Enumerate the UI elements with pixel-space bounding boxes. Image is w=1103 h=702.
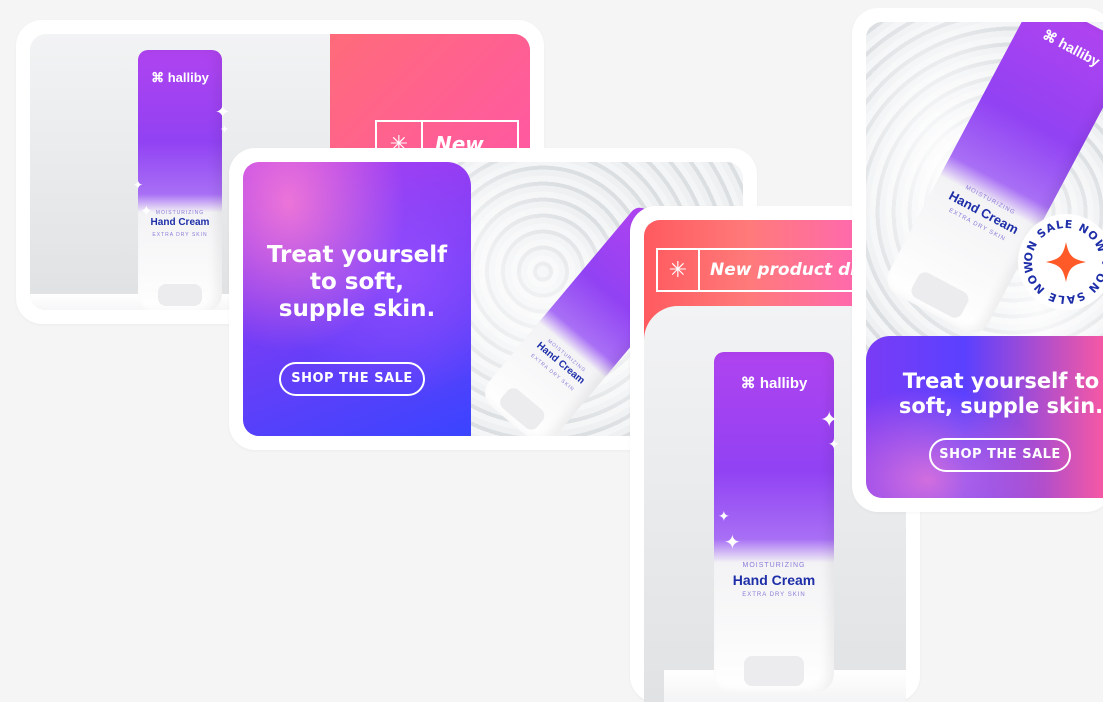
new-label: New product dr bbox=[710, 260, 859, 280]
sparkle-icon: ✦ bbox=[718, 509, 730, 525]
tube-cap bbox=[158, 284, 202, 306]
hand-cream-tube: ⌘ halliby MOISTURIZING Hand Cream EXTRA … bbox=[714, 352, 834, 692]
sparkle-icon: ✦ bbox=[820, 408, 839, 433]
headline-line: soft, supple skin. bbox=[898, 394, 1103, 418]
hand-cream-tube: ⌘ halliby MOISTURIZING Hand Cream EXTRA … bbox=[138, 50, 222, 310]
headline-line: supple skin. bbox=[278, 296, 436, 322]
product-descriptor: MOISTURIZING bbox=[742, 562, 806, 569]
sparkle-icon: ✦ bbox=[215, 102, 231, 123]
headline-line: Treat yourself bbox=[266, 242, 448, 268]
ad-card-canvas: ⌘ halliby MOISTURIZING Hand Cream EXTRA … bbox=[866, 22, 1103, 498]
on-sale-now-badge: ON SALE NOW • ON SALE NOW • bbox=[1016, 212, 1103, 310]
sparkle-icon: ✦ bbox=[724, 530, 741, 554]
shop-the-sale-button[interactable]: SHOP THE SALE bbox=[929, 438, 1071, 472]
product-descriptor: MOISTURIZING bbox=[546, 338, 588, 374]
brand-mark-icon: ⌘ bbox=[151, 70, 165, 85]
asterisk-icon: ✳ bbox=[658, 250, 700, 290]
product-name: Hand Cream bbox=[534, 340, 587, 387]
brand-mark-icon: ⌘ bbox=[740, 375, 756, 392]
sparkle-icon: ✦ bbox=[140, 202, 153, 220]
product-variant: EXTRA DRY SKIN bbox=[152, 232, 208, 238]
product-name: Hand Cream bbox=[732, 572, 816, 588]
shop-the-sale-button[interactable]: SHOP THE SALE bbox=[279, 362, 425, 396]
brand-logo: ⌘ halliby bbox=[1040, 26, 1103, 70]
sparkle-icon: ✦ bbox=[133, 178, 144, 192]
brand-logo: ⌘ halliby bbox=[151, 70, 209, 85]
headline-line: to soft, bbox=[309, 269, 405, 295]
headline-line: Treat yourself to bbox=[902, 369, 1100, 393]
ad-card-square-sale: ⌘ halliby MOISTURIZING Hand Cream EXTRA … bbox=[852, 8, 1103, 512]
tube-cap bbox=[744, 656, 804, 686]
headline: Treat yourself to soft, supple skin. bbox=[866, 369, 1103, 419]
sparkle-icon: ✦ bbox=[220, 123, 230, 136]
brand-logo: ⌘ halliby bbox=[740, 375, 808, 392]
headline: Treat yourself to soft, supple skin. bbox=[243, 242, 471, 323]
product-variant: EXTRA DRY SKIN bbox=[742, 592, 806, 598]
sparkle-icon: ✦ bbox=[828, 437, 840, 453]
